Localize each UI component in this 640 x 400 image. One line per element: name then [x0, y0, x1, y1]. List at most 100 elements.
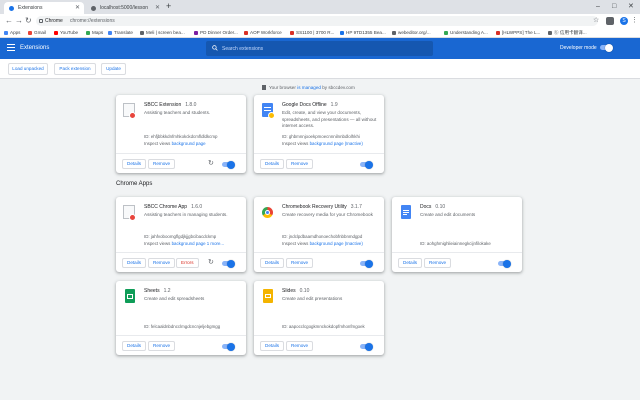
- more-views-link[interactable]: 1 more...: [207, 241, 224, 246]
- app-name: Sheets 1.2: [144, 288, 171, 294]
- bookmark-item[interactable]: Meli | screen bea...: [140, 28, 192, 38]
- remove-button[interactable]: Remove: [148, 258, 176, 268]
- tab-title: Extensions: [18, 5, 43, 11]
- details-button[interactable]: Details: [398, 258, 423, 268]
- minimize-button[interactable]: –: [596, 0, 600, 14]
- inspect-views: Inspect views background page (Inactive): [282, 241, 363, 246]
- tab-strip: Extensions ✕ localhost:5000/lesson ✕ + –…: [0, 0, 640, 14]
- bookmark-item[interactable]: webeditor.org/...: [392, 28, 442, 38]
- remove-button[interactable]: Remove: [148, 341, 176, 351]
- bookmark-item[interactable]: HP 9TD1355 Bea...: [340, 28, 390, 38]
- bookmark-star-icon[interactable]: ☆: [593, 14, 599, 28]
- app-card-sheets: Sheets 1.2 Create and edit spreadsheets I…: [116, 281, 246, 355]
- bookmark-gmail[interactable]: Gmail: [28, 28, 50, 38]
- new-tab-button[interactable]: +: [166, 1, 171, 11]
- background-page-link[interactable]: background page (Inactive): [310, 141, 363, 146]
- extension-id: ID: ghbmnnjooekpmoecnnnilnnbdlolhkhi: [282, 134, 360, 139]
- errors-button[interactable]: Errors: [176, 258, 199, 268]
- bookmark-item[interactable]: PD Dinner Order...: [194, 28, 244, 38]
- details-button[interactable]: Details: [260, 258, 285, 268]
- extensions-header: Extensions Developer mode: [0, 38, 640, 59]
- close-window-button[interactable]: ✕: [628, 0, 634, 14]
- pack-extension-button[interactable]: Pack extension: [54, 63, 96, 75]
- chrome-apps-heading: Chrome Apps: [116, 181, 153, 187]
- remove-button[interactable]: Remove: [286, 341, 314, 351]
- enable-toggle[interactable]: [222, 160, 235, 169]
- menu-icon[interactable]: [7, 44, 15, 52]
- developer-mode-toggle[interactable]: [600, 43, 613, 52]
- youtube-icon: [54, 31, 58, 35]
- enable-toggle[interactable]: [222, 342, 235, 351]
- address-bar[interactable]: Chrome chrome://extensions: [36, 16, 598, 26]
- bookmark-item[interactable]: [HLWPPS] The L...: [496, 28, 546, 38]
- background-page-link[interactable]: background page: [172, 241, 206, 246]
- app-name: Chromebook Recovery Utility 3.1.7: [282, 204, 362, 210]
- enable-toggle[interactable]: [360, 259, 373, 268]
- managed-link[interactable]: is managed: [297, 85, 321, 90]
- app-description: Create and edit spreadsheets: [144, 296, 205, 301]
- reload-icon[interactable]: ↻: [25, 14, 32, 28]
- bookmark-youtube[interactable]: YouTube: [54, 28, 84, 38]
- bookmark-item[interactable]: ⓑ 信用卡翻译...: [548, 28, 598, 38]
- details-button[interactable]: Details: [260, 341, 285, 351]
- load-unpacked-button[interactable]: Load unpacked: [8, 63, 48, 75]
- bookmark-favicon-icon: [444, 31, 448, 35]
- bookmark-item[interactable]: AOP Workforce: [244, 28, 288, 38]
- card-footer: Details Remove: [254, 153, 384, 173]
- inspect-views: Inspect views background page: [144, 141, 206, 146]
- remove-button[interactable]: Remove: [286, 159, 314, 169]
- remove-button[interactable]: Remove: [424, 258, 452, 268]
- card-footer: Details Remove: [254, 252, 384, 272]
- extension-name: Google Docs Offline 1.9: [282, 102, 338, 108]
- bookmark-favicon-icon: [290, 31, 294, 35]
- app-card-slides: Slides 0.10 Create and edit presentations…: [254, 281, 384, 355]
- details-button[interactable]: Details: [122, 159, 147, 169]
- enable-toggle[interactable]: [498, 259, 511, 268]
- remove-button[interactable]: Remove: [148, 159, 176, 169]
- reload-icon[interactable]: ↻: [208, 158, 214, 170]
- card-footer: Details Remove Errors ↻: [116, 252, 246, 272]
- details-button[interactable]: Details: [122, 341, 147, 351]
- bookmark-maps[interactable]: Maps: [86, 28, 108, 38]
- chromebook-recovery-icon: [261, 205, 275, 221]
- page-info-icon[interactable]: [39, 19, 43, 23]
- app-name: SBCC Chrome App 1.6.0: [144, 204, 203, 210]
- bookmark-item[interactable]: SS1100 | 3700 R...: [290, 28, 338, 38]
- search-box[interactable]: [206, 41, 433, 56]
- details-button[interactable]: Details: [260, 159, 285, 169]
- offline-badge-icon: [268, 112, 275, 119]
- more-menu-icon[interactable]: ⋮: [631, 14, 638, 28]
- card-footer: Details Remove: [254, 335, 384, 355]
- bookmark-item[interactable]: Understanding A...: [444, 28, 494, 38]
- extension-name: SBCC Extension 1.8.0: [144, 102, 197, 108]
- extension-card-docs-offline: Google Docs Offline 1.9 Edit, create, and…: [254, 95, 384, 173]
- bookmark-apps[interactable]: Apps: [4, 28, 26, 38]
- background-page-link[interactable]: background page (Inactive): [310, 241, 363, 246]
- enable-toggle[interactable]: [360, 342, 373, 351]
- avatar[interactable]: S: [620, 17, 628, 25]
- close-tab-icon[interactable]: ✕: [155, 2, 160, 14]
- background-page-link[interactable]: background page: [172, 141, 206, 146]
- extension-id: ID: ehfjbbkkdnfmhkokckdcmfldldkcmp: [144, 134, 218, 139]
- extension-toolbar-icon[interactable]: [606, 17, 614, 25]
- details-button[interactable]: Details: [122, 258, 147, 268]
- tab-extensions[interactable]: Extensions ✕: [4, 2, 84, 14]
- bookmark-favicon-icon: [548, 31, 552, 35]
- close-tab-icon[interactable]: ✕: [75, 2, 80, 14]
- bookmark-translate[interactable]: Translate: [108, 28, 138, 38]
- remove-button[interactable]: Remove: [286, 258, 314, 268]
- forward-icon[interactable]: →: [15, 14, 23, 28]
- back-icon[interactable]: ←: [5, 14, 13, 28]
- card-footer: Details Remove: [116, 335, 246, 355]
- slides-icon: [261, 289, 275, 305]
- reload-icon[interactable]: ↻: [208, 257, 214, 269]
- bookmark-favicon-icon: [194, 31, 198, 35]
- app-name: Slides 0.10: [282, 288, 310, 294]
- maximize-button[interactable]: □: [612, 0, 616, 14]
- update-button[interactable]: Update: [101, 63, 126, 75]
- enable-toggle[interactable]: [222, 259, 235, 268]
- enable-toggle[interactable]: [360, 160, 373, 169]
- managed-badge-icon: [129, 112, 136, 119]
- search-input[interactable]: [222, 41, 422, 56]
- tab-localhost[interactable]: localhost:5000/lesson ✕: [86, 2, 164, 14]
